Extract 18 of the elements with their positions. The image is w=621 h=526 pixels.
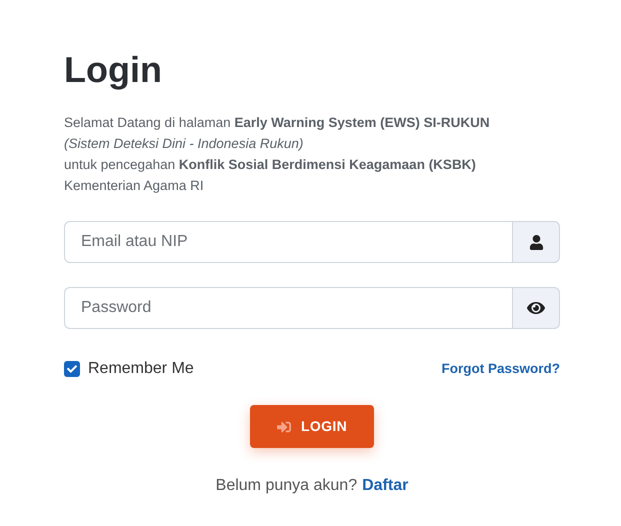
show-password-button[interactable] (513, 287, 560, 329)
intro-text: Selamat Datang di halaman Early Warning System (EWS) SI-RUKUN (64, 114, 490, 132)
remember-label: Remember Me (88, 359, 194, 379)
password-field[interactable]: Password (64, 287, 513, 329)
forgot-password-link[interactable]: Forgot Password? (441, 358, 560, 380)
user-icon (528, 234, 544, 250)
remember-checkbox[interactable] (64, 361, 80, 377)
page-title: Login (64, 48, 162, 92)
register-link[interactable]: Daftar (362, 474, 408, 498)
login-button[interactable]: LOGIN (250, 405, 374, 448)
footer-text: Belum punya akun? (216, 476, 358, 496)
sign-in-icon (276, 420, 291, 434)
email-field[interactable]: Email atau NIP (64, 221, 513, 263)
eye-icon[interactable] (527, 299, 545, 317)
intro-text: Kementerian Agama RI (64, 177, 204, 195)
intro-text: untuk pencegahan Konflik Sosial Berdimensi Keagamaan (KSBK) (64, 156, 476, 174)
intro-text: (Sistem Deteksi Dini - Indonesia Rukun) (64, 135, 304, 153)
check-icon (67, 364, 77, 374)
